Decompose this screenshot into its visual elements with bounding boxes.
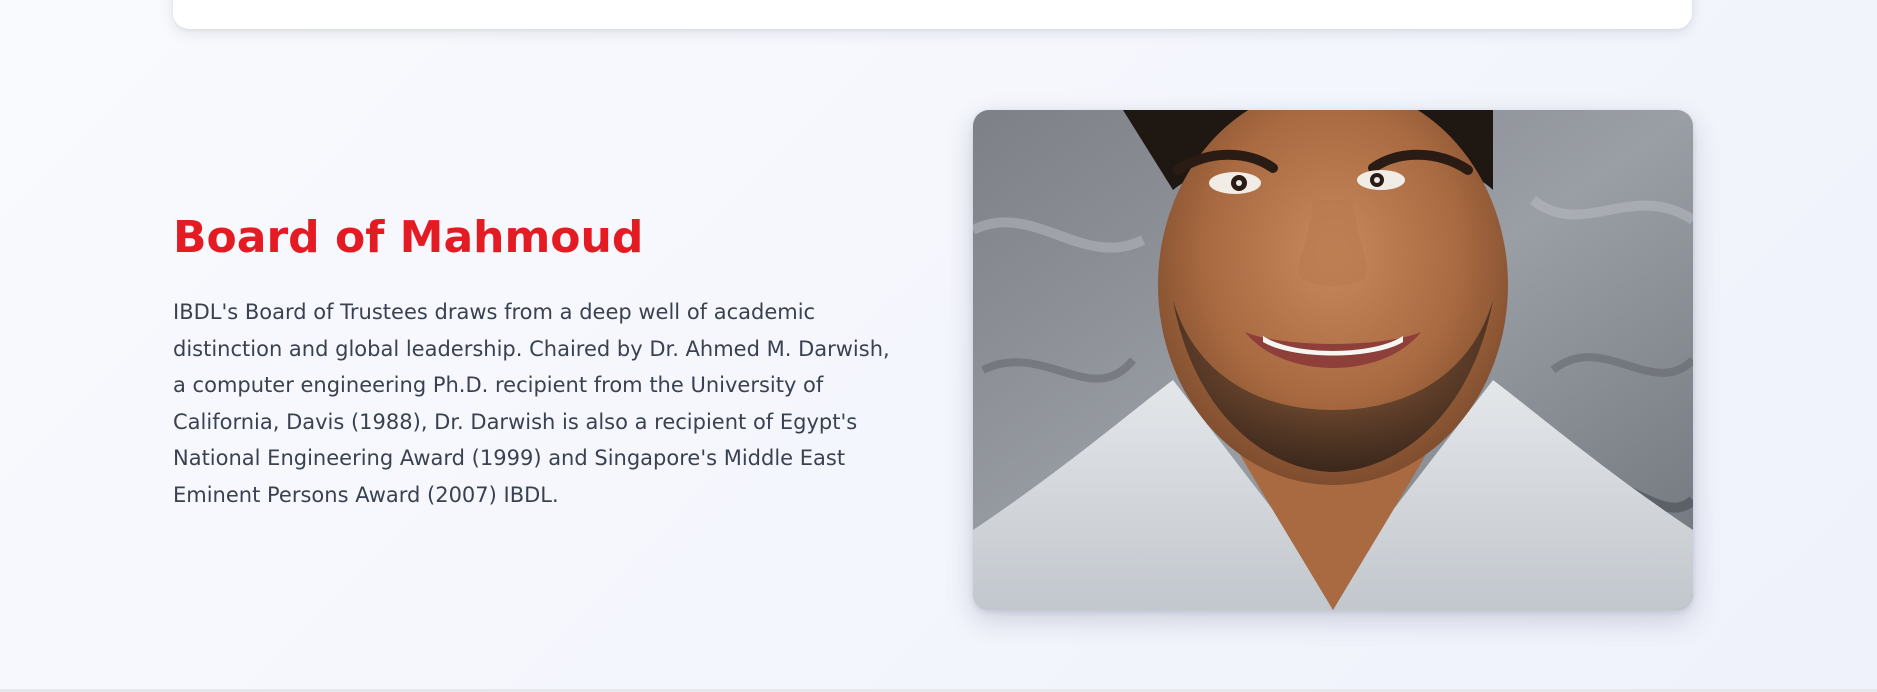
portrait-photo-icon <box>973 110 1693 610</box>
section-description: IBDL's Board of Trustees draws from a de… <box>173 300 890 507</box>
portrait-photo <box>973 110 1693 610</box>
board-section: Board of Mahmoud IBDL's Board of Trustee… <box>0 0 1877 692</box>
section-title: Board of Mahmoud <box>173 212 644 263</box>
